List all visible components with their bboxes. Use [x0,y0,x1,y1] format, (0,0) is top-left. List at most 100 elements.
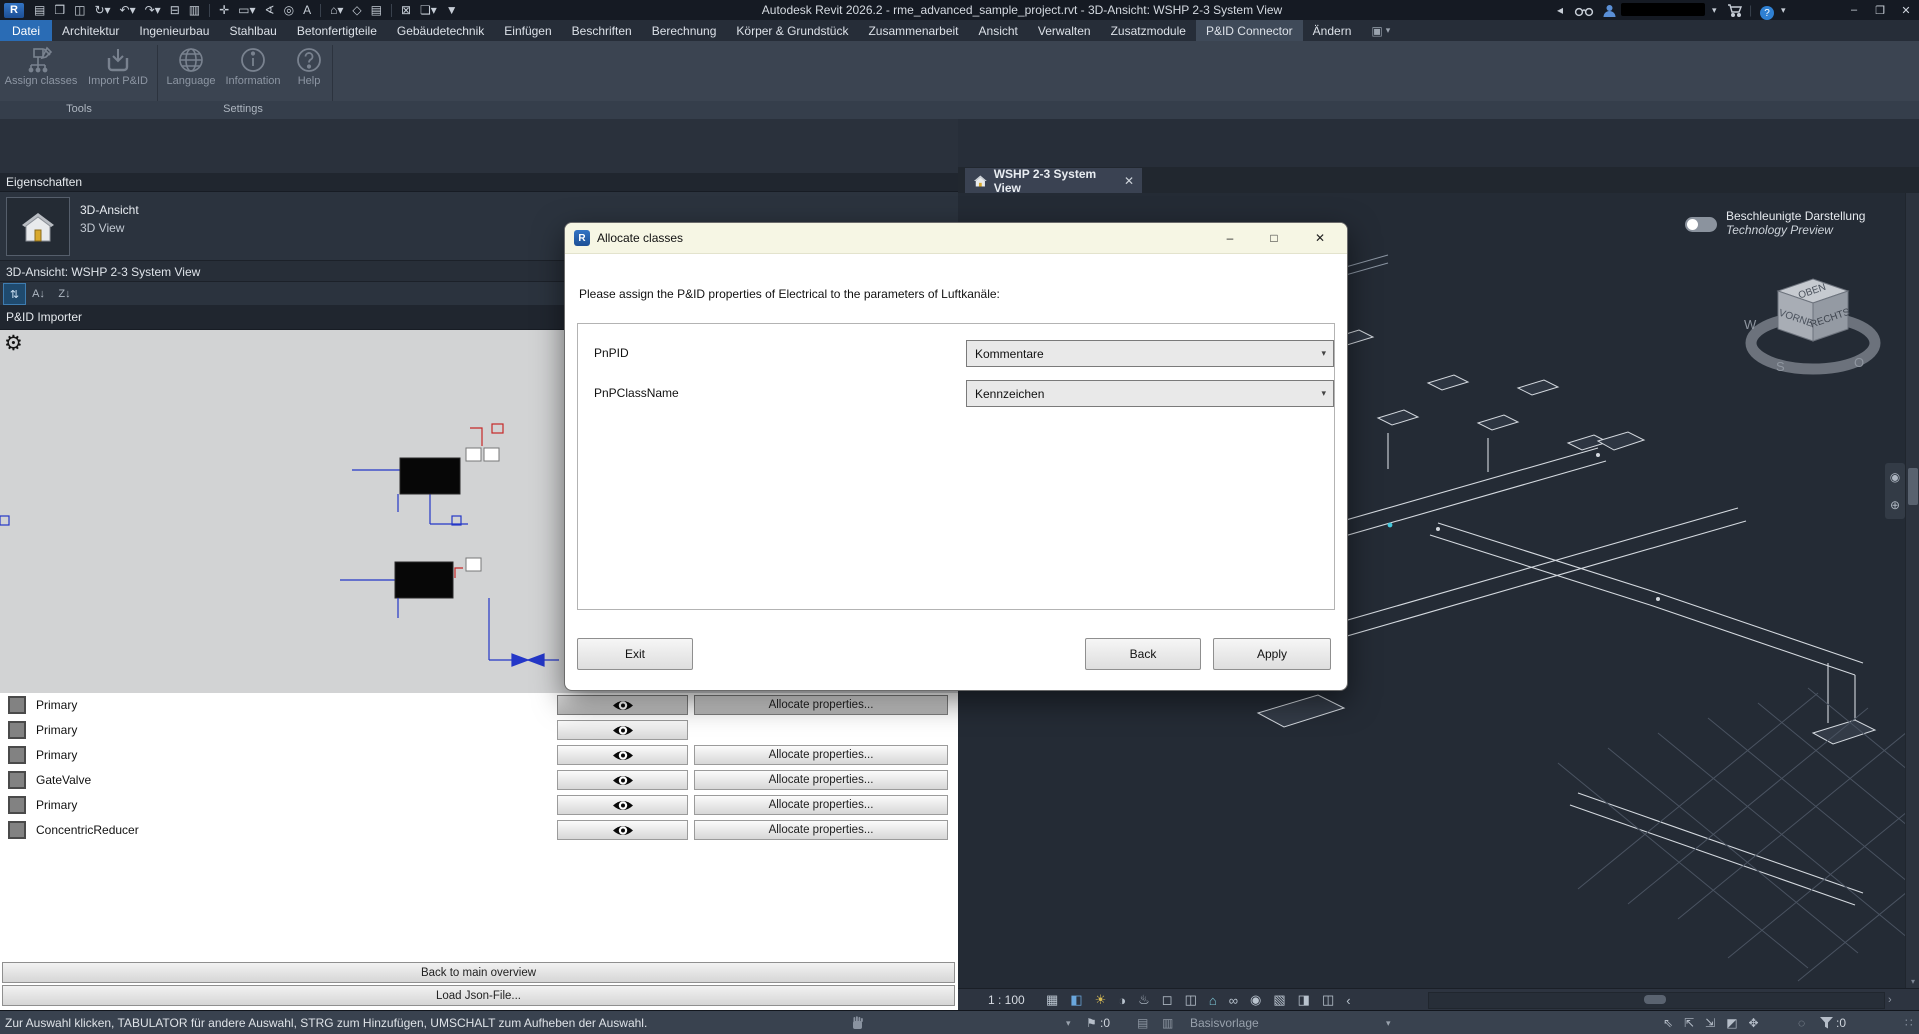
collapse-bar-icon[interactable]: ‹ [1346,993,1350,1008]
view-tab-wshp[interactable]: WSHP 2-3 System View ✕ [965,167,1142,195]
pnpclassname-combobox[interactable]: Kennzeichen ▾ [966,380,1334,407]
temporary-hide-isolate-icon[interactable]: ∞ [1229,993,1238,1008]
measure-icon[interactable]: ▭▾ [238,0,255,20]
reveal-constraints-icon[interactable]: ◫ [1322,992,1334,1008]
tab-zusammenarbeit[interactable]: Zusammenarbeit [858,20,968,41]
viewcube[interactable]: OBEN VORNE RECHTS W S O [1738,263,1888,383]
tab-stahlbau[interactable]: Stahlbau [219,20,286,41]
class-color-swatch[interactable] [8,721,26,739]
design-options-icon[interactable]: ▥ [1162,1011,1173,1034]
tab-aendern[interactable]: Ändern [1303,20,1362,41]
tab-pid-connector[interactable]: P&ID Connector [1195,20,1303,41]
view-scale[interactable]: 1 : 100 [988,989,1025,1011]
tab-einfuegen[interactable]: Einfügen [494,20,561,41]
allocate-properties-button[interactable]: Allocate properties... [694,820,948,840]
sun-path-icon[interactable]: ☀ [1095,992,1107,1008]
worksharing-display-icon[interactable]: ▧ [1273,992,1285,1008]
crop-view-icon[interactable]: ◻ [1162,992,1173,1008]
class-color-swatch[interactable] [8,696,26,714]
visibility-eye-button[interactable] [557,820,688,840]
worksets-dialog-icon[interactable]: ▤ [1137,1011,1148,1034]
visual-style-icon[interactable]: ◧ [1070,992,1082,1008]
information-button[interactable]: Information [221,44,285,100]
locked-3d-view-icon[interactable]: ⌂ [1209,993,1217,1008]
user-avatar[interactable] [1602,0,1617,20]
select-pinned-icon[interactable]: ⇲ [1705,1011,1715,1034]
restore-button[interactable]: ❐ [1867,0,1893,20]
class-color-swatch[interactable] [8,796,26,814]
design-options-chevron-icon[interactable]: ▾ [1386,1011,1391,1034]
class-color-swatch[interactable] [8,771,26,789]
redo-icon[interactable]: ↷▾ [145,0,161,20]
aligned-dimension-icon[interactable]: ∢ [265,0,275,20]
dialog-minimize-button[interactable]: – [1213,223,1247,253]
tag-icon[interactable]: ◎ [284,0,294,20]
visibility-eye-button[interactable] [557,720,688,740]
project-browser-icon[interactable]: ▤ [34,0,45,20]
minimize-button[interactable]: – [1841,0,1867,20]
close-view-icon[interactable]: ✕ [1124,174,1134,188]
sort-menu-icon[interactable]: ⇅ [3,283,26,305]
visibility-eye-button[interactable] [557,795,688,815]
select-underlay-icon[interactable]: ⇱ [1684,1011,1694,1034]
search-collapse-icon[interactable]: ◂ [1557,0,1563,20]
print-icon[interactable]: ⊟ [170,0,180,20]
help-button[interactable]: Help [289,44,329,100]
cart-icon[interactable] [1727,0,1743,20]
tab-beschriften[interactable]: Beschriften [562,20,642,41]
allocate-properties-button[interactable]: Allocate properties... [694,770,948,790]
tab-koerper-grundstueck[interactable]: Körper & Grundstück [726,20,858,41]
close-inactive-windows-icon[interactable]: ⊠ [401,0,411,20]
schedule-icon[interactable]: ▤ [371,0,382,20]
load-json-file-button[interactable]: Load Json-File... [2,985,955,1006]
visibility-eye-button[interactable] [557,695,688,715]
ribbon-display-toggle[interactable]: ▣ ▾ [1361,20,1400,41]
tab-betonfertigteile[interactable]: Betonfertigteile [287,20,387,41]
exit-button[interactable]: Exit [577,638,693,670]
class-color-swatch[interactable] [8,821,26,839]
allocate-properties-button[interactable]: Allocate properties... [694,795,948,815]
scroll-right-icon[interactable]: › [1888,989,1892,1011]
resize-grip-icon[interactable]: ∷ [1905,1011,1913,1034]
allocate-properties-button[interactable]: Allocate properties... [694,695,948,715]
pnpid-combobox[interactable]: Kommentare ▾ [966,340,1334,367]
qat-customize-icon[interactable]: ▼ [446,0,458,20]
account-dropdown-icon[interactable]: ▾ [1712,0,1717,20]
class-color-swatch[interactable] [8,746,26,764]
scroll-down-icon[interactable]: ▾ [1906,977,1919,986]
tab-zusatzmodule[interactable]: Zusatzmodule [1101,20,1196,41]
import-pid-button[interactable]: Import P&ID [82,44,154,100]
selection-filter-icon[interactable] [1820,1011,1833,1029]
zoom-tool-icon[interactable]: ⊕ [1890,498,1900,512]
dialog-maximize-button[interactable]: □ [1257,223,1291,253]
open-file-icon[interactable]: ❒ [54,0,65,20]
apply-button[interactable]: Apply [1213,638,1331,670]
help-dropdown-icon[interactable]: ▾ [1781,0,1786,20]
vertical-scrollbar[interactable]: ▴ ▾ [1905,193,1919,988]
tab-architektur[interactable]: Architektur [52,20,129,41]
back-button[interactable]: Back [1085,638,1201,670]
drag-on-selection-icon[interactable]: ✥ [1749,1011,1759,1034]
visibility-eye-button[interactable] [557,745,688,765]
sort-ascending-icon[interactable]: A↓ [27,283,50,305]
scrollbar-thumb[interactable] [1908,468,1918,505]
displaced-elements-icon[interactable]: ◨ [1298,992,1310,1008]
back-to-main-overview-button[interactable]: Back to main overview [2,962,955,983]
active-workset-icon[interactable]: ⚑ [1086,1011,1097,1034]
horizontal-scrollbar[interactable] [1428,992,1885,1009]
dialog-close-button[interactable]: ✕ [1303,223,1337,253]
allocate-properties-button[interactable]: Allocate properties... [694,745,948,765]
tab-verwalten[interactable]: Verwalten [1028,20,1101,41]
edit-sheet-icon[interactable]: ▥ [189,0,200,20]
select-by-face-icon[interactable]: ◩ [1726,1011,1737,1034]
tab-datei[interactable]: Datei [0,20,53,41]
sort-descending-icon[interactable]: Z↓ [53,283,76,305]
visibility-eye-button[interactable] [557,770,688,790]
detail-level-icon[interactable]: ▦ [1046,992,1058,1008]
switch-windows-icon[interactable]: ❏▾ [420,0,437,20]
assign-classes-button[interactable]: Assign classes [4,44,78,100]
tab-ingenieurbau[interactable]: Ingenieurbau [129,20,219,41]
family-type-image[interactable] [6,197,70,256]
username-redacted[interactable] [1621,3,1705,16]
reveal-hidden-elements-icon[interactable]: ◉ [1250,992,1261,1008]
